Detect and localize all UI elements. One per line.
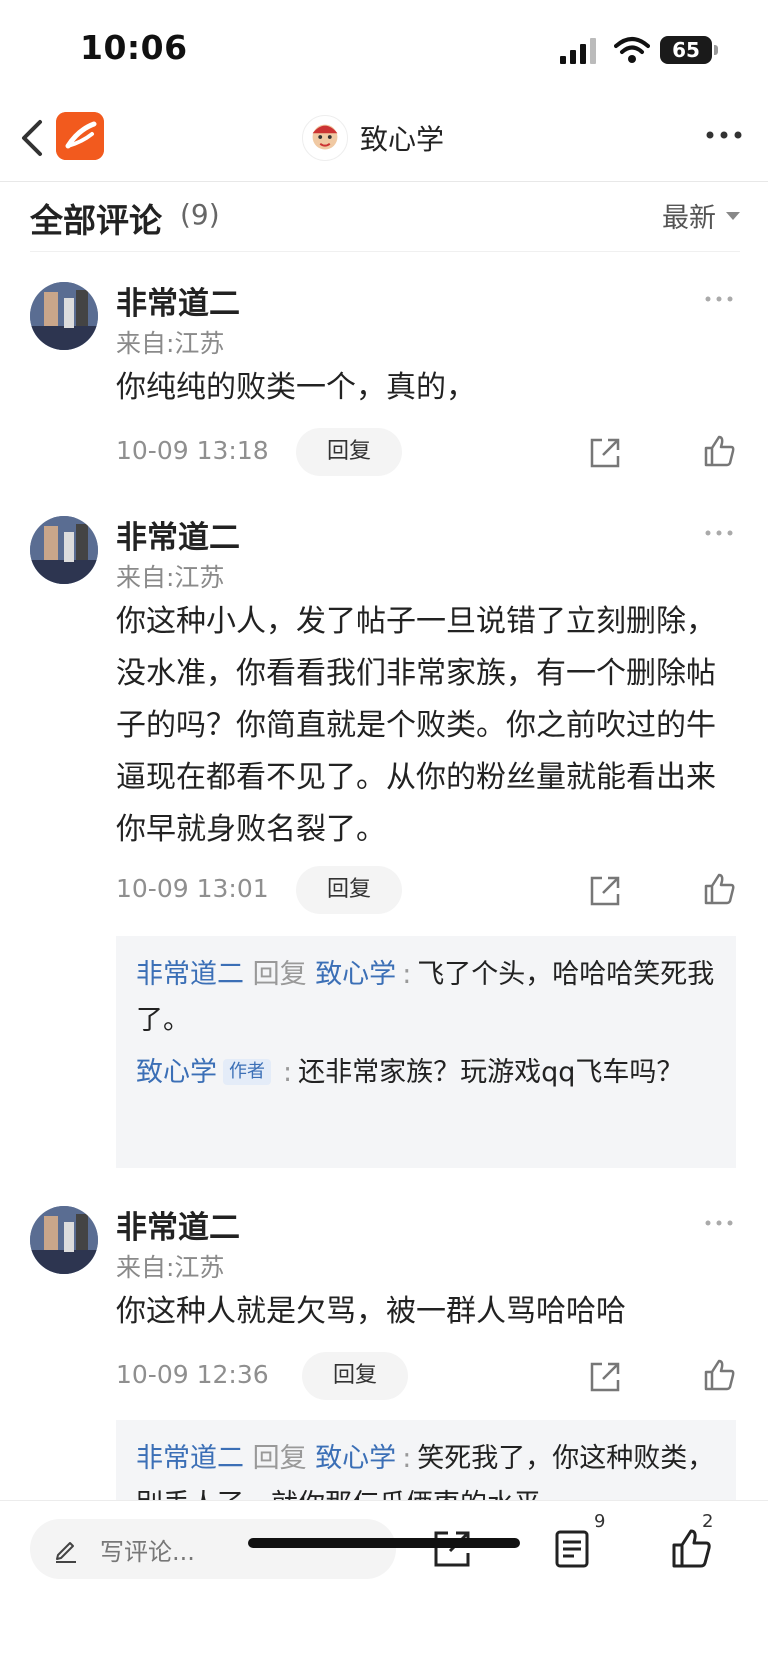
reply-thread: 非常道二 回复 致心学:笑死我了，你这种败类，别丢人了，就你那仨瓜俩枣的水平 [116,1420,736,1500]
status-time: 10:06 [80,28,188,67]
comment-more-icon[interactable] [704,528,734,538]
pen-icon [56,1542,76,1563]
reply-target[interactable]: 致心学 [315,1443,396,1474]
commenter-name[interactable]: 非常道二 [116,1202,240,1247]
more-options-icon[interactable] [704,120,744,150]
comment-time: 10-09 13:18 [116,436,269,465]
reply-thread: 非常道二 回复 致心学: 飞了个头，哈哈哈笑死我了。 致心学 作者: 还非常家族？玩游… [116,936,736,1168]
comment-time: 10-09 13:01 [116,874,269,903]
like-icon[interactable] [702,872,736,906]
back-chevron-icon[interactable] [12,112,52,164]
share-icon[interactable] [588,436,622,470]
comments-title: 全部评论 [30,201,162,240]
commenter-location: 来自:江苏 [116,563,225,592]
like-icon[interactable] [702,1358,736,1392]
sort-dropdown[interactable]: 最新 [662,196,740,235]
author-badge: 作者 [223,1059,271,1085]
comment-list-icon[interactable] [552,1529,592,1569]
cellular-signal-icon [560,38,596,64]
commenter-location: 来自:江苏 [116,1253,225,1282]
commenter-location: 来自:江苏 [116,329,225,358]
comment-text: 你这种小人，发了帖子一旦说错了立刻删除，没水准，你看看我们非常家族，有一个删除帖… [116,604,716,847]
home-indicator [248,1538,520,1548]
share-icon[interactable] [588,1360,622,1394]
comment-more-icon[interactable] [704,1218,734,1228]
commenter-name[interactable]: 非常道二 [116,278,240,323]
reply-text: 还非常家族？玩游戏qq飞车吗？ [298,1057,684,1088]
nav-title: 致心学 [360,123,445,156]
reply-verb: 回复 [252,959,307,990]
comment-text: 你纯纯的败类一个，真的， [116,370,476,405]
wifi-icon [614,37,650,63]
commenter-avatar[interactable] [30,1206,98,1274]
comment-text: 你这种人就是欠骂，被一群人骂哈哈哈 [116,1294,626,1329]
nav-author[interactable]: 致心学 [302,110,444,166]
comment-count-badge: 9 [594,1511,606,1532]
reply-item[interactable]: 致心学 作者: 还非常家族？玩游戏qq飞车吗？ [136,1050,716,1096]
reply-target[interactable]: 致心学 [315,959,396,990]
commenter-avatar[interactable] [30,282,98,350]
comment-more-icon[interactable] [704,294,734,304]
author-avatar[interactable] [302,115,348,161]
reply-button[interactable]: 回复 [296,428,402,476]
reply-button[interactable]: 回复 [296,866,402,914]
share-icon[interactable] [432,1529,472,1569]
nav-bar: 致心学 [0,100,768,182]
reply-item[interactable]: 非常道二 回复 致心学: 飞了个头，哈哈哈笑死我了。 [136,952,716,1044]
status-bar: 10:06 65 [0,0,768,100]
commenter-avatar[interactable] [30,516,98,584]
commenter-name[interactable]: 非常道二 [116,512,240,557]
reply-user[interactable]: 非常道二 [136,959,244,990]
reply-colon: : [283,1057,293,1088]
comment-input-placeholder: 写评论... [100,1537,195,1566]
app-logo-icon[interactable] [56,112,104,160]
like-count-badge: 2 [702,1511,714,1532]
comment-time: 10-09 12:36 [116,1360,269,1389]
comments-count: (9) [180,198,220,231]
like-icon[interactable] [702,434,736,468]
share-icon[interactable] [588,874,622,908]
reply-colon: : [402,1443,412,1474]
reply-button[interactable]: 回复 [302,1352,408,1400]
reply-user[interactable]: 致心学 [136,1057,217,1088]
like-icon[interactable] [670,1527,712,1569]
reply-user[interactable]: 非常道二 [136,1443,244,1474]
caret-down-icon [726,211,740,220]
reply-item[interactable]: 非常道二 回复 致心学:笑死我了，你这种败类，别丢人了，就你那仨瓜俩枣的水平 [136,1436,716,1500]
sort-label: 最新 [662,203,716,234]
comment-input[interactable]: 写评论... [30,1519,396,1579]
battery-indicator: 65 [660,36,718,64]
bottom-action-bar: 写评论... 9 2 [0,1500,768,1663]
reply-colon: : [402,959,412,990]
reply-verb: 回复 [252,1443,307,1474]
comments-header: 全部评论 (9) 最新 [30,190,740,252]
